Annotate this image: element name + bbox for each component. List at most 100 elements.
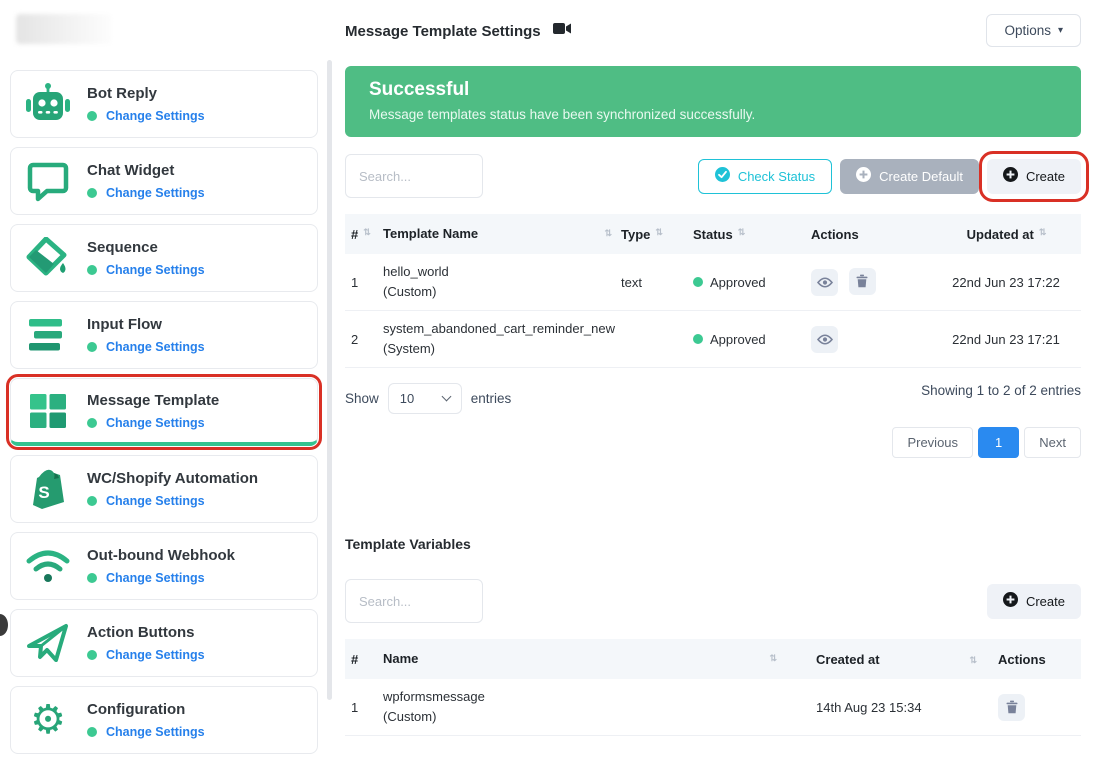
template-search-input[interactable] (345, 154, 483, 198)
delete-button[interactable] (849, 268, 876, 295)
col-header-num[interactable]: #⇅ (345, 227, 383, 242)
page-title: Message Template Settings (345, 23, 541, 40)
col-header-updated-at[interactable]: Updated at⇅ (931, 227, 1081, 242)
templates-table-footer: Show 10 entries Showing 1 to 2 of 2 entr… (345, 383, 1081, 414)
sidebar-item-label: Out-bound Webhook (87, 547, 235, 564)
sidebar-item-label: WC/Shopify Automation (87, 470, 258, 487)
showing-entries-text: Showing 1 to 2 of 2 entries (921, 383, 1081, 398)
change-settings-link[interactable]: Change Settings (106, 186, 205, 200)
sidebar-item-label: Configuration (87, 701, 205, 718)
sidebar-scrollbar[interactable] (327, 60, 332, 700)
status-badge: Approved (710, 332, 766, 347)
video-camera-icon[interactable] (553, 22, 571, 40)
options-button-label: Options (1004, 23, 1051, 38)
template-type: text (621, 275, 693, 290)
plus-circle-icon (856, 167, 871, 185)
variables-table-header: # Name⇅ Created at⇅ Actions (345, 639, 1081, 679)
create-template-label: Create (1026, 169, 1065, 184)
template-name-cell: hello_world (Custom) (383, 262, 621, 302)
sidebar-item-sequence[interactable]: Sequence Change Settings (10, 224, 318, 292)
row-num: 2 (345, 332, 383, 347)
view-button[interactable] (811, 269, 838, 296)
app-logo (16, 14, 112, 44)
delete-button[interactable] (998, 694, 1025, 721)
check-status-button[interactable]: Check Status (698, 159, 832, 194)
change-settings-link[interactable]: Change Settings (106, 109, 205, 123)
check-circle-icon (715, 167, 730, 185)
view-button[interactable] (811, 326, 838, 353)
next-page-button[interactable]: Next (1024, 427, 1081, 458)
eye-icon (817, 277, 833, 288)
status-cell: Approved (693, 332, 811, 347)
col-header-actions: Actions (986, 652, 1081, 667)
sidebar-item-bot-reply[interactable]: Bot Reply Change Settings (10, 70, 318, 138)
change-settings-link[interactable]: Change Settings (106, 725, 205, 739)
wifi-icon (23, 547, 73, 585)
change-settings-link[interactable]: Change Settings (106, 263, 205, 277)
sidebar-item-label: Message Template (87, 392, 219, 409)
create-default-button[interactable]: Create Default (840, 159, 979, 194)
eye-icon (817, 334, 833, 345)
svg-text:S: S (38, 483, 49, 502)
change-settings-link[interactable]: Change Settings (106, 416, 205, 430)
created-at: 14th Aug 23 15:34 (786, 700, 986, 715)
sidebar-item-label: Chat Widget (87, 162, 205, 179)
edge-floating-widget[interactable] (0, 614, 8, 636)
col-header-created-at[interactable]: Created at⇅ (786, 652, 986, 667)
entries-label: entries (471, 391, 512, 406)
template-table-controls: Check Status Create Default Create (345, 154, 1081, 198)
trash-icon (1006, 700, 1018, 714)
col-header-template-name[interactable]: Template Name⇅ (383, 224, 621, 244)
sidebar-item-configuration[interactable]: ⚙ Configuration Change Settings (10, 686, 318, 754)
page-1-button[interactable]: 1 (978, 427, 1019, 458)
status-dot (87, 573, 97, 583)
template-name: hello_world (383, 262, 621, 282)
sidebar-item-wc-shopify-automation[interactable]: S WC/Shopify Automation Change Settings (10, 455, 318, 523)
row-num: 1 (345, 700, 383, 715)
create-default-label: Create Default (879, 169, 963, 184)
col-header-status[interactable]: Status⇅ (693, 227, 811, 242)
variable-name: wpformsmessage (383, 687, 786, 707)
previous-page-button[interactable]: Previous (892, 427, 973, 458)
sidebar-item-chat-widget[interactable]: Chat Widget Change Settings (10, 147, 318, 215)
pagination: Previous 1 Next (345, 427, 1081, 458)
template-name-cell: system_abandoned_cart_reminder_new (Syst… (383, 319, 621, 359)
templates-table: #⇅ Template Name⇅ Type⇅ Status⇅ Actions … (345, 214, 1081, 368)
chat-bubble-icon (23, 160, 73, 202)
sidebar-item-message-template[interactable]: Message Template Change Settings (10, 378, 318, 446)
change-settings-link[interactable]: Change Settings (106, 340, 205, 354)
variables-table: # Name⇅ Created at⇅ Actions 1 wpformsmes… (345, 639, 1081, 736)
sort-icon: ⇅ (1039, 227, 1046, 237)
plus-circle-icon (1003, 592, 1018, 610)
main-header: Message Template Settings Options ▾ (345, 16, 1081, 46)
change-settings-link[interactable]: Change Settings (106, 494, 205, 508)
col-header-actions: Actions (811, 227, 931, 242)
change-settings-link[interactable]: Change Settings (106, 648, 205, 662)
sidebar-item-action-buttons[interactable]: Action Buttons Change Settings (10, 609, 318, 677)
status-dot (87, 496, 97, 506)
options-button[interactable]: Options ▾ (986, 14, 1081, 47)
page-size-select[interactable]: 10 (388, 383, 462, 414)
change-settings-link[interactable]: Change Settings (106, 571, 205, 585)
status-dot (693, 277, 703, 287)
status-dot (87, 727, 97, 737)
col-header-name[interactable]: Name⇅ (383, 649, 786, 669)
sidebar-item-out-bound-webhook[interactable]: Out-bound Webhook Change Settings (10, 532, 318, 600)
status-dot (87, 650, 97, 660)
status-badge: Approved (710, 275, 766, 290)
col-header-type[interactable]: Type⇅ (621, 227, 693, 242)
create-variable-button[interactable]: Create (987, 584, 1081, 619)
template-subname: (Custom) (383, 282, 621, 302)
page-size-value: 10 (400, 391, 414, 406)
create-template-button[interactable]: Create (987, 159, 1081, 194)
template-variables-title: Template Variables (345, 536, 1081, 552)
status-dot (693, 334, 703, 344)
main-content: Message Template Settings Options ▾ Succ… (345, 0, 1081, 736)
chevron-down-icon (441, 392, 451, 402)
sidebar-item-input-flow[interactable]: Input Flow Change Settings (10, 301, 318, 369)
table-row: 1 hello_world (Custom) text Approved 22n… (345, 254, 1081, 311)
sidebar-item-label: Action Buttons (87, 624, 205, 641)
table-row: 1 wpformsmessage (Custom) 14th Aug 23 15… (345, 679, 1081, 736)
template-name: system_abandoned_cart_reminder_new (383, 319, 621, 339)
variables-search-input[interactable] (345, 579, 483, 623)
